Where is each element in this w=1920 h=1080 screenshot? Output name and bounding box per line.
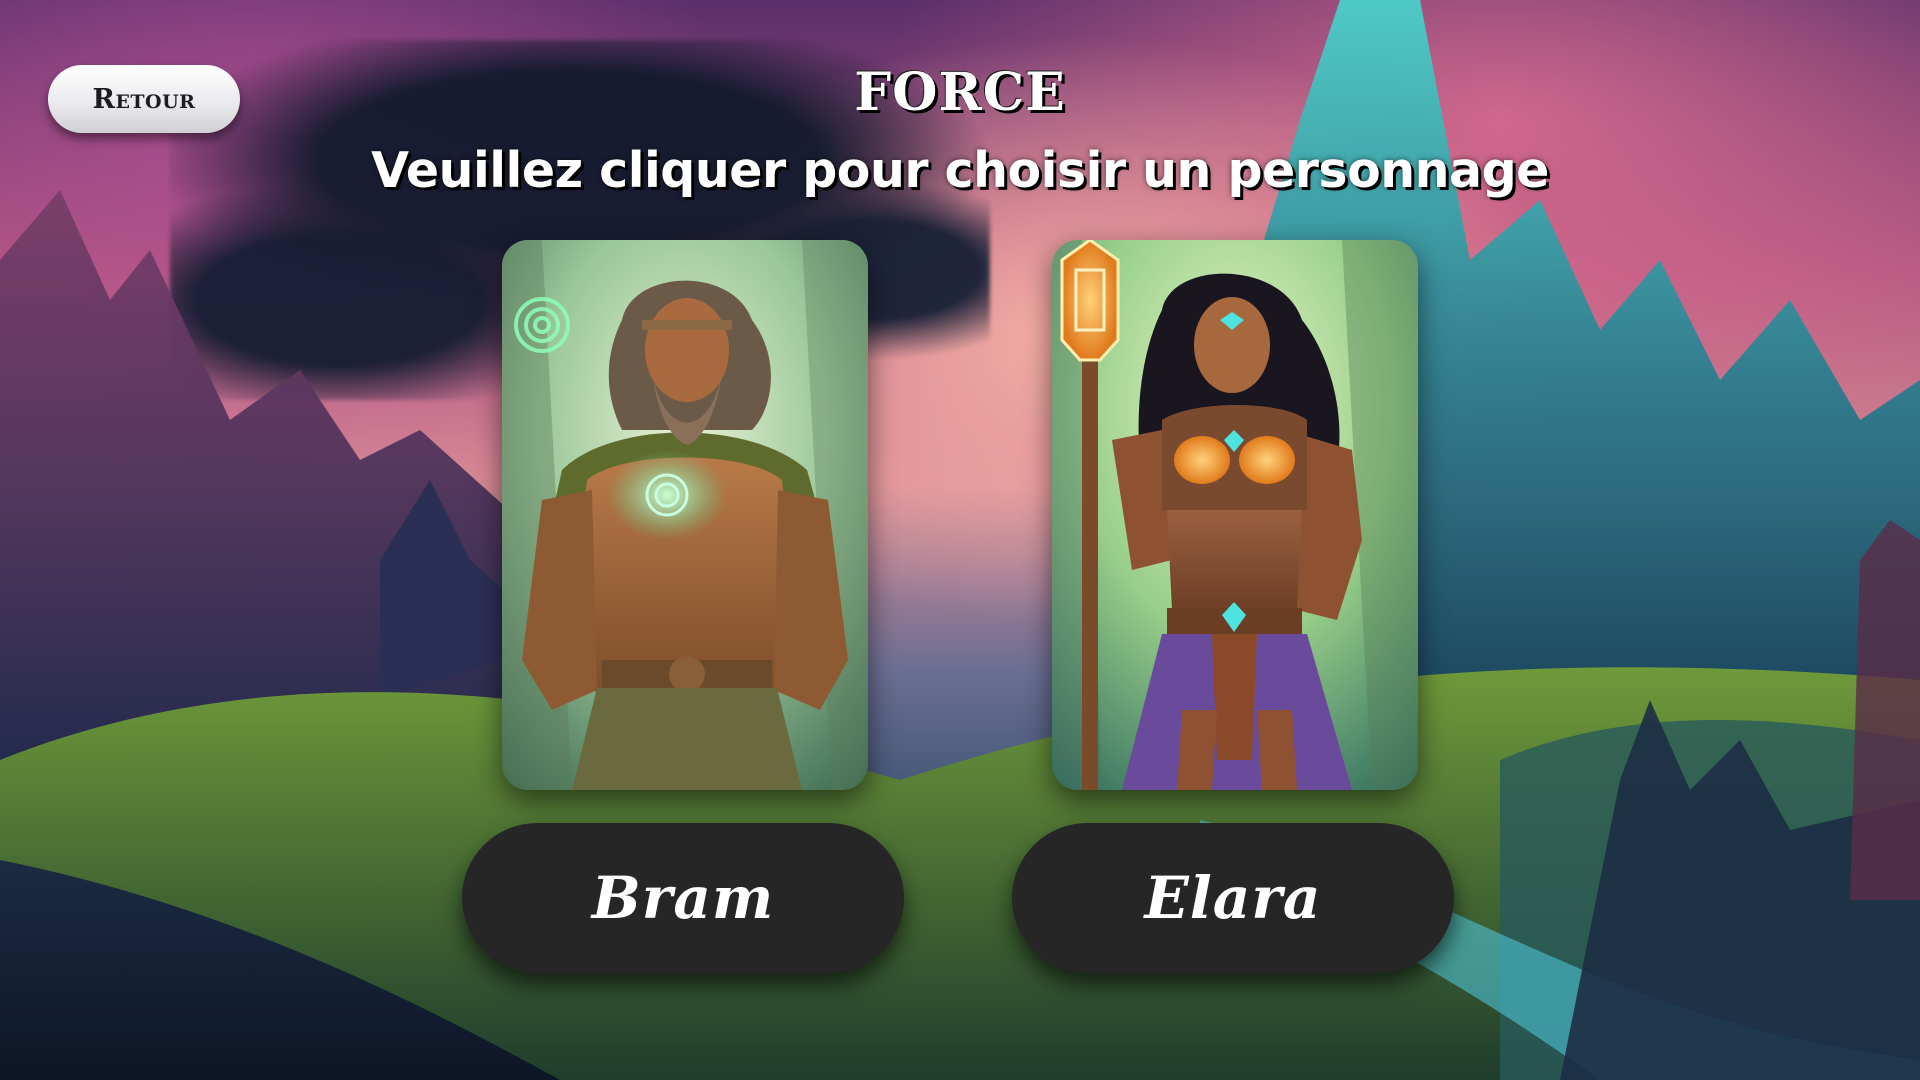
character-card-bram[interactable] bbox=[502, 240, 868, 790]
select-elara-button[interactable]: Elara bbox=[1012, 823, 1454, 973]
select-bram-button[interactable]: Bram bbox=[462, 823, 904, 973]
bram-portrait-image bbox=[502, 240, 868, 790]
character-card-elara[interactable] bbox=[1052, 240, 1418, 790]
elara-portrait-image bbox=[1052, 240, 1418, 790]
page-subtitle: Veuillez cliquer pour choisir un personn… bbox=[371, 142, 1549, 199]
page-title: FORCE bbox=[854, 62, 1066, 123]
